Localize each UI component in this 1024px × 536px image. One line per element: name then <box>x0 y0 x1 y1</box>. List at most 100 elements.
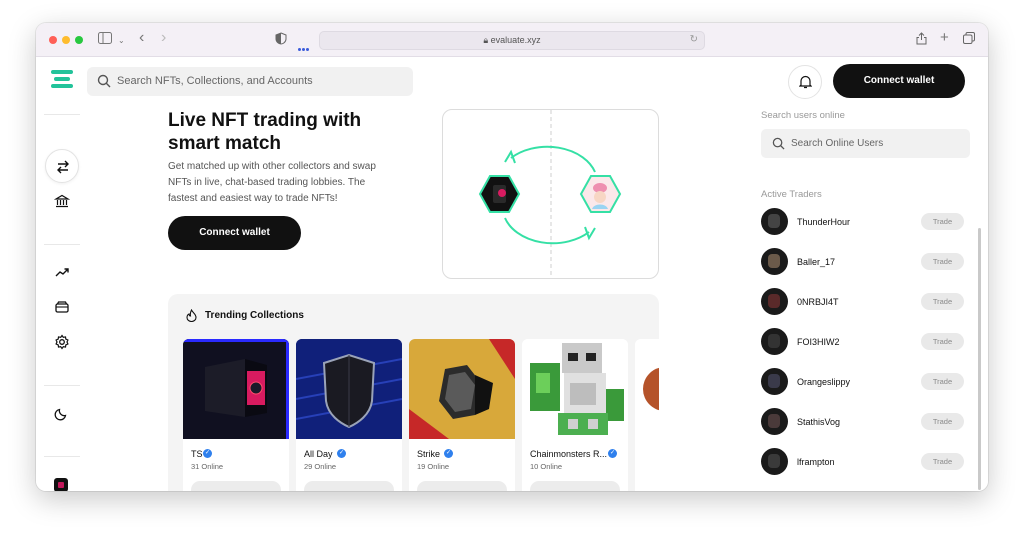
lock-icon: 🔒︎ <box>483 35 491 45</box>
verified-icon: ✓ <box>444 449 453 458</box>
swap-icon <box>57 160 69 174</box>
search-users-placeholder: Search Online Users <box>791 138 884 149</box>
bank-icon <box>54 194 70 208</box>
trader-name: FOI3HIW2 <box>797 337 840 347</box>
swap-illustration <box>442 109 659 279</box>
avatar <box>761 328 788 355</box>
maximize-window-button[interactable] <box>75 36 83 44</box>
settings-icon <box>55 334 69 350</box>
verified-icon: ✓ <box>203 449 212 458</box>
browser-window: ⌄ ‹ › 🔒︎ evaluate.xyz ↻ + Search NFTs, C… <box>36 23 988 491</box>
trending-collections-panel: Trending Collections TS ✓ 31 Online All … <box>168 294 659 491</box>
collection-image <box>409 339 515 439</box>
moon-icon <box>54 408 67 421</box>
new-tab-icon[interactable]: + <box>940 30 949 46</box>
rail-divider <box>44 385 80 386</box>
trending-up-icon <box>55 268 69 277</box>
rail-item-trending[interactable] <box>45 255 79 289</box>
trader-name: 0NRBJI4T <box>797 297 839 307</box>
collection-image <box>296 339 402 439</box>
collection-card[interactable]: All Day ✓ 29 Online <box>296 339 402 491</box>
wallet-icon <box>55 301 69 313</box>
browser-titlebar: ⌄ ‹ › 🔒︎ evaluate.xyz ↻ + <box>36 23 988 57</box>
avatar <box>761 368 788 395</box>
collection-online-count: 19 Online <box>417 462 450 471</box>
connect-wallet-button[interactable]: Connect wallet <box>833 64 965 98</box>
search-users-label: Search users online <box>761 110 845 121</box>
avatar <box>761 448 788 475</box>
search-placeholder: Search NFTs, Collections, and Accounts <box>117 75 313 87</box>
fire-icon <box>186 309 197 322</box>
trader-name: ThunderHour <box>797 217 851 227</box>
trader-name: StathisVog <box>797 417 841 427</box>
rail-item-wallet[interactable] <box>45 290 79 324</box>
trader-name: Baller_17 <box>797 257 836 267</box>
active-traders-label: Active Traders <box>761 189 822 200</box>
user-avatar[interactable] <box>54 478 68 491</box>
share-icon[interactable] <box>916 32 927 49</box>
collection-online-count: 29 Online <box>304 462 337 471</box>
bell-icon <box>799 75 812 89</box>
trader-row[interactable]: ThunderHour Trade <box>761 208 966 236</box>
collection-card[interactable] <box>635 339 659 491</box>
url-text: 🔒︎ evaluate.xyz <box>483 35 541 45</box>
notifications-button[interactable] <box>788 65 822 99</box>
trade-button[interactable]: Trade <box>921 413 964 430</box>
app-logo[interactable] <box>51 70 73 92</box>
sidebar-scrollbar[interactable] <box>978 228 981 490</box>
trader-name: Orangeslippy <box>797 377 851 387</box>
verified-icon: ✓ <box>337 449 346 458</box>
page-content: Search NFTs, Collections, and Accounts C… <box>36 58 988 491</box>
trade-button[interactable]: Trade <box>921 253 964 270</box>
collection-card[interactable]: TS ✓ 31 Online <box>183 339 289 491</box>
trade-button[interactable]: Trade <box>921 453 964 470</box>
collection-card[interactable]: Strike ✓ 19 Online <box>409 339 515 491</box>
collection-trade-button[interactable] <box>304 481 394 491</box>
reload-icon[interactable]: ↻ <box>690 34 698 45</box>
collection-image <box>635 339 659 439</box>
shield-icon[interactable] <box>275 32 287 49</box>
rail-item-bank[interactable] <box>45 184 79 218</box>
rail-item-swap[interactable] <box>45 149 79 183</box>
collection-card[interactable]: Chainmonsters R... ✓ 10 Online <box>522 339 628 491</box>
trader-row[interactable]: FOI3HIW2 Trade <box>761 328 966 356</box>
trending-title: Trending Collections <box>205 310 304 321</box>
hero-connect-wallet-button[interactable]: Connect wallet <box>168 216 301 250</box>
trader-row[interactable]: StathisVog Trade <box>761 408 966 436</box>
collection-name: Chainmonsters R... <box>530 449 608 459</box>
avatar <box>761 288 788 315</box>
chevron-down-icon[interactable]: ⌄ <box>118 33 125 49</box>
back-icon[interactable]: ‹ <box>139 30 144 46</box>
theme-toggle[interactable] <box>45 396 79 430</box>
trader-row[interactable]: lframpton Trade <box>761 448 966 476</box>
search-users-input[interactable]: Search Online Users <box>761 129 970 158</box>
trade-button[interactable]: Trade <box>921 213 964 230</box>
address-bar[interactable]: 🔒︎ evaluate.xyz ↻ <box>319 31 705 50</box>
close-window-button[interactable] <box>49 36 57 44</box>
trader-row[interactable]: Baller_17 Trade <box>761 248 966 276</box>
collection-trade-button[interactable] <box>530 481 620 491</box>
tabs-overview-icon[interactable] <box>963 32 975 48</box>
trade-button[interactable]: Trade <box>921 293 964 310</box>
trade-button[interactable]: Trade <box>921 373 964 390</box>
collection-trade-button[interactable] <box>417 481 507 491</box>
sidebar-icon[interactable] <box>98 32 112 48</box>
rail-divider <box>44 244 80 245</box>
collection-online-count: 31 Online <box>191 462 224 471</box>
collection-name: All Day <box>304 449 333 459</box>
hero-description: Get matched up with other collectors and… <box>168 161 376 204</box>
collection-trade-button[interactable] <box>191 481 281 491</box>
collection-image <box>183 339 289 439</box>
global-search-input[interactable]: Search NFTs, Collections, and Accounts <box>87 67 413 96</box>
minimize-window-button[interactable] <box>62 36 70 44</box>
trader-name: lframpton <box>797 457 835 467</box>
trader-row[interactable]: Orangeslippy Trade <box>761 368 966 396</box>
extension-indicator[interactable] <box>298 38 312 51</box>
avatar <box>761 208 788 235</box>
search-icon <box>97 74 111 88</box>
trade-button[interactable]: Trade <box>921 333 964 350</box>
forward-icon[interactable]: › <box>161 30 166 46</box>
trader-row[interactable]: 0NRBJI4T Trade <box>761 288 966 316</box>
rail-item-settings[interactable] <box>45 325 79 359</box>
verified-icon: ✓ <box>608 449 617 458</box>
